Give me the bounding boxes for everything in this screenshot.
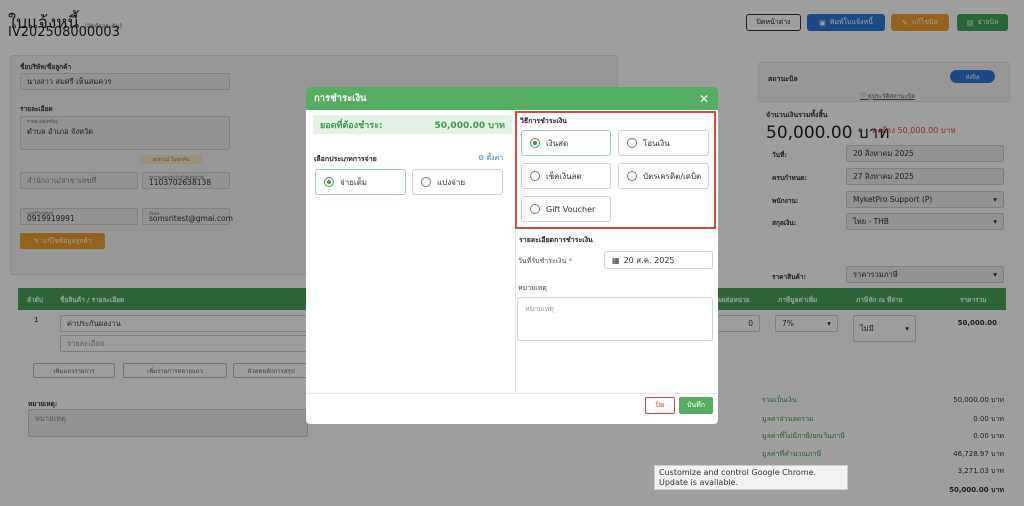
calendar-icon: ▦ <box>612 255 620 265</box>
payment-modal: การชำระเงิน ✕ ยอดที่ต้องชำระ: 50,000.00 … <box>306 87 718 424</box>
gear-icon: ⚙ <box>478 154 485 162</box>
settings-link[interactable]: ⚙ ตั้งค่า <box>478 153 503 164</box>
modal-footer-divider <box>306 393 718 394</box>
note-label: หมายเหตุ <box>518 284 547 292</box>
modal-title: การชำระเงิน <box>306 87 718 110</box>
date-input[interactable]: ▦ 20 ส.ค. 2025 <box>604 251 713 269</box>
method-cash[interactable]: เงินสด <box>521 130 611 156</box>
date-label: วันที่รับชำระเงิน * <box>518 257 573 265</box>
pay-type-installment[interactable]: แบ่งจ่าย <box>412 169 503 195</box>
details-label: รายละเอียดการชำระเงิน <box>519 236 593 244</box>
pay-type-full[interactable]: จ่ายเต็ม <box>315 169 406 195</box>
radio-icon <box>627 138 637 148</box>
radio-icon <box>324 177 334 187</box>
radio-icon <box>530 138 540 148</box>
amount-value: 50,000.00 บาท <box>434 120 505 131</box>
method-transfer[interactable]: โอนเงิน <box>618 130 709 156</box>
method-label: วิธีการชำระเงิน <box>520 117 567 125</box>
radio-icon <box>530 171 540 181</box>
modal-save-button[interactable]: บันทึก <box>679 397 713 414</box>
amount-due: ยอดที่ต้องชำระ: 50,000.00 บาท <box>313 115 512 134</box>
method-card[interactable]: บัตรเครดิต/เดบิต <box>618 163 709 189</box>
radio-icon <box>627 171 637 181</box>
method-cheque[interactable]: เช็คเงินสด <box>521 163 611 189</box>
amount-label: ยอดที่ต้องชำระ: <box>320 120 383 131</box>
pay-type-label: เลือกประเภทการจ่าย <box>314 155 377 163</box>
close-icon[interactable]: ✕ <box>699 92 709 106</box>
radio-icon <box>421 177 431 187</box>
radio-icon <box>530 204 540 214</box>
note-textarea[interactable]: หมายเหตุ <box>517 297 713 341</box>
chrome-update-tooltip: Customize and control Google Chrome. Upd… <box>654 465 848 490</box>
method-gift-voucher[interactable]: Gift Voucher <box>521 196 611 222</box>
modal-close-button[interactable]: ปิด <box>645 397 675 414</box>
